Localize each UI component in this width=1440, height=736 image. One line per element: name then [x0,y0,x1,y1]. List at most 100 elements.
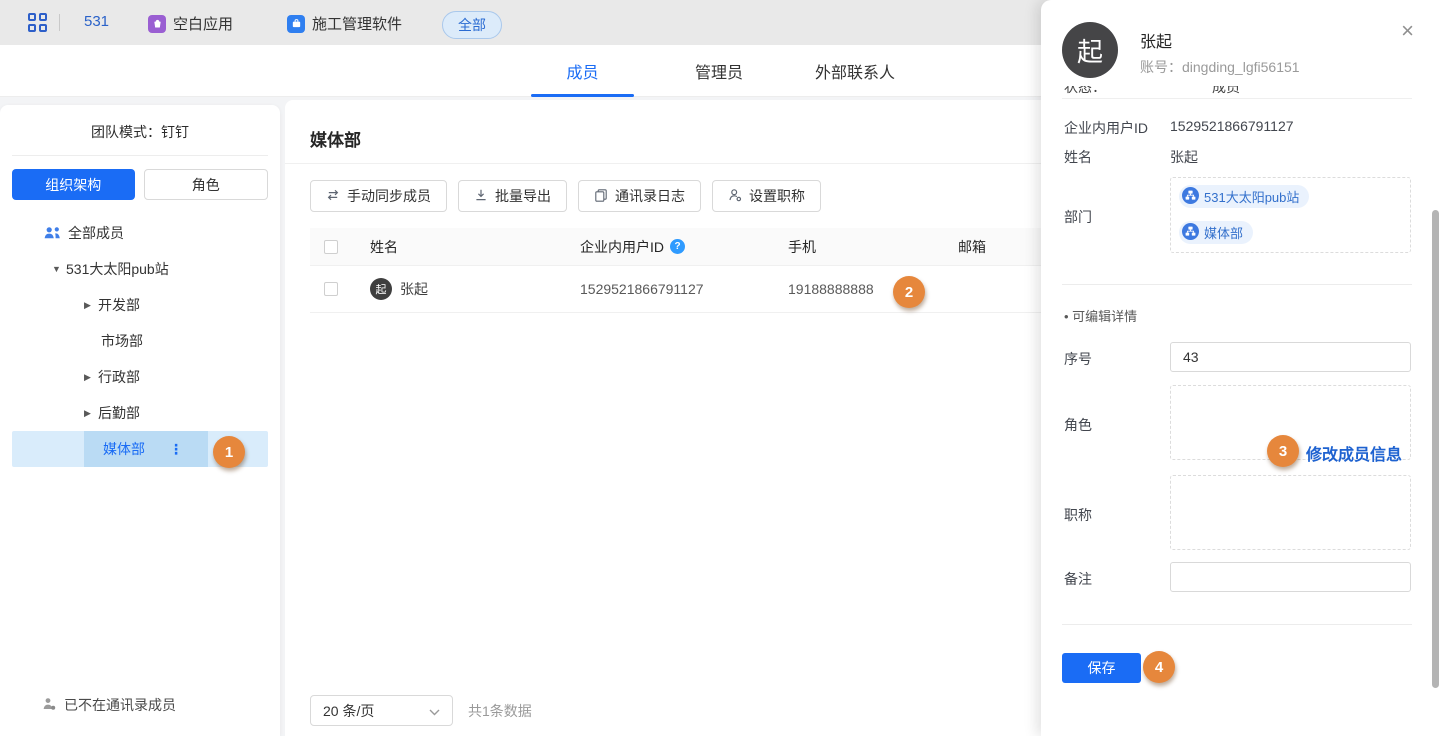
tree-item-label: 全部成员 [68,223,124,243]
tree-item-logistics-dept[interactable]: ▶ 后勤部 [0,395,280,431]
contact-log-label: 通讯录日志 [615,186,685,206]
field-label-name: 姓名 [1064,147,1092,167]
tab-admins[interactable]: 管理员 [664,45,774,97]
tree-item-label: 市场部 [101,331,143,351]
dept-tag-org[interactable]: 531大太阳pub站 [1179,185,1309,208]
drawer-divider [1062,98,1412,99]
dept-tags-box: 531大太阳pub站 媒体部 [1170,177,1411,253]
close-icon[interactable]: × [1401,20,1414,42]
drawer-divider [1062,624,1412,625]
member-user-id: 1529521866791127 [580,281,788,297]
page-size-value: 20 条/页 [323,701,374,721]
pagination: 20 条/页 共1条数据 [310,695,532,726]
app-grid-icon[interactable] [28,13,48,33]
tree-item-all-members[interactable]: 全部成员 [0,215,280,251]
total-count-label: 共1条数据 [468,701,532,721]
filter-all-pill[interactable]: 全部 [442,11,502,39]
tree-item-dev-dept[interactable]: ▶ 开发部 [0,287,280,323]
serial-input[interactable] [1170,342,1411,372]
drawer-divider [1062,284,1412,285]
org-tree: 全部成员 ▼ 531大太阳pub站 ▶ 开发部 市场部 ▶ 行政部 ▶ 后勤部 … [0,215,280,467]
drawer-account-label: 账号：dingding_lgfi56151 [1140,57,1300,77]
drawer-scrollbar[interactable] [1432,210,1439,688]
dept-tag-label: 媒体部 [1204,223,1243,242]
caret-down-icon[interactable]: ▼ [52,264,66,274]
step-badge-1: 1 [213,436,245,468]
step-badge-4: 4 [1143,651,1175,683]
drawer-member-name: 张起 [1140,28,1172,52]
left-members-entry[interactable]: 已不在通讯录成员 [42,695,176,715]
caret-right-icon[interactable]: ▶ [84,408,98,419]
clipped-status-row: 状态： 成员 [1064,86,1412,97]
tree-item-media-dept-selected[interactable]: 媒体部 ⋮ [84,431,208,467]
construction-app-icon [287,15,305,33]
batch-export-button[interactable]: 批量导出 [458,180,567,212]
member-name[interactable]: 张起 [400,279,428,299]
dept-icon [1182,223,1199,243]
col-phone: 手机 [788,237,958,257]
title-box[interactable] [1170,475,1411,550]
contact-log-button[interactable]: 通讯录日志 [578,180,701,212]
members-toolbar: 手动同步成员 批量导出 通讯录日志 设置职称 [310,180,821,212]
clipped-row-value: 成员 [1212,86,1240,97]
app-tab-blank[interactable]: 空白应用 [148,13,233,34]
step-badge-3: 3 [1267,435,1299,467]
app-tab-label: 施工管理软件 [312,13,402,34]
dept-icon [1182,187,1199,207]
avatar: 起 [370,278,392,300]
row-checkbox[interactable] [324,282,338,296]
tree-item-label: 后勤部 [98,403,140,423]
tree-item-admin-dept[interactable]: ▶ 行政部 [0,359,280,395]
dept-page-title: 媒体部 [310,126,361,151]
manual-sync-button[interactable]: 手动同步成员 [310,180,447,212]
tree-item-label: 531大太阳pub站 [66,259,169,279]
field-label-dept: 部门 [1064,207,1092,227]
save-button[interactable]: 保存 [1062,653,1141,683]
editable-section-label: • 可编辑详情 [1064,306,1137,325]
clipped-row-label: 状态： [1064,86,1106,97]
app-tab-label: 空白应用 [173,13,233,34]
tree-item-label: 媒体部 [103,439,145,459]
team-mode-label: 团队模式：钉钉 [0,122,280,142]
col-user-id: 企业内用户ID ? [580,237,788,257]
caret-right-icon[interactable]: ▶ [84,300,98,311]
sidebar-divider [12,155,268,156]
col-user-id-label: 企业内用户ID [580,237,664,257]
manual-sync-label: 手动同步成员 [347,186,431,206]
team-members-icon [44,226,62,240]
page-size-select[interactable]: 20 条/页 [310,695,453,726]
editable-section-text: 可编辑详情 [1072,309,1137,324]
dept-tag-media[interactable]: 媒体部 [1179,221,1253,244]
roles-button[interactable]: 角色 [144,169,269,200]
caret-right-icon[interactable]: ▶ [84,372,98,383]
field-label-user-id: 企业内用户ID [1064,118,1148,138]
field-label-remark: 备注 [1064,569,1092,589]
tree-item-org-root[interactable]: ▼ 531大太阳pub站 [0,251,280,287]
field-label-role: 角色 [1064,415,1092,435]
blank-app-icon [148,15,166,33]
help-icon[interactable]: ? [670,239,685,254]
set-title-button[interactable]: 设置职称 [712,180,821,212]
field-label-serial: 序号 [1064,349,1092,369]
batch-export-label: 批量导出 [495,186,551,206]
select-all-checkbox[interactable] [324,240,338,254]
topbar-divider [59,14,60,31]
bullet-icon: • [1064,309,1072,324]
tree-item-market-dept[interactable]: 市场部 [0,323,280,359]
chevron-down-icon [429,703,440,719]
workspace-name[interactable]: 531 [84,13,109,30]
app-tab-construction[interactable]: 施工管理软件 [287,13,402,34]
more-actions-icon[interactable]: ⋮ [169,441,183,458]
tree-item-label: 行政部 [98,367,140,387]
tab-external-contacts[interactable]: 外部联系人 [790,45,920,97]
field-label-title: 职称 [1064,505,1092,525]
org-sidebar: 团队模式：钉钉 组织架构 角色 全部成员 ▼ 531大太阳pub站 ▶ 开发部 … [0,105,280,736]
person-settings-icon [728,188,742,205]
tab-members[interactable]: 成员 [531,45,634,97]
org-structure-button[interactable]: 组织架构 [12,169,135,200]
col-name: 姓名 [370,237,580,257]
left-members-label: 已不在通讯录成员 [64,695,176,715]
remark-input[interactable] [1170,562,1411,592]
dept-tag-label: 531大太阳pub站 [1204,187,1299,206]
set-title-label: 设置职称 [749,186,805,206]
